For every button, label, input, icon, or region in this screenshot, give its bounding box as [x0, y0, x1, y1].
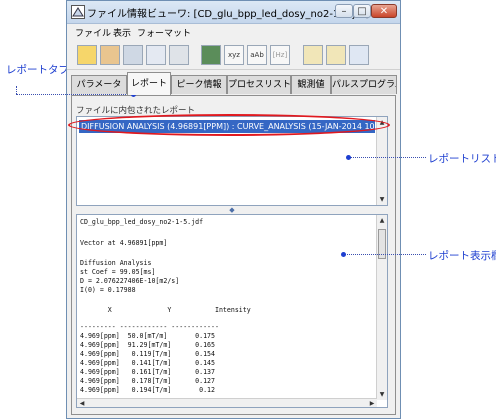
menu-view[interactable]: 表示 — [113, 26, 131, 39]
window-title: ファイル情報ビューワ: [CD_glu_bpp_led_dosy_no2-1-7… — [87, 9, 369, 20]
open-folder-icon[interactable] — [77, 45, 97, 65]
report-table-row: 4.969[ppm] 91.29[mT/m] 0.165 — [80, 341, 215, 349]
annotation-report-tab: レポートタブ — [6, 64, 69, 76]
callout-line-report-display — [345, 254, 426, 255]
report-line: st Coef = 99.05[ms] — [80, 268, 156, 276]
report-line: Diffusion Analysis — [80, 259, 152, 267]
report-line: Vector at 4.96891[ppm] — [80, 239, 168, 247]
tab-process-list[interactable]: プロセスリスト — [227, 75, 291, 94]
menu-format[interactable]: フォーマット — [137, 26, 191, 39]
layout-icon[interactable] — [303, 45, 323, 65]
print-icon[interactable] — [169, 45, 189, 65]
tab-bar: パラメータ レポート ピーク情報 プロセスリスト 観測値 パルスプログラム — [67, 72, 400, 96]
tab-observed-values[interactable]: 観測値 — [291, 75, 331, 94]
menu-bar: ファイル 表示 フォーマット — [67, 24, 400, 40]
report-table-row: 4.969[ppm] 0.161[T/m] 0.137 — [80, 368, 215, 376]
list-icon[interactable] — [349, 45, 369, 65]
annotation-report-display: レポート表示欄 — [428, 250, 496, 262]
report-table-row: 4.969[ppm] 0.141[T/m] 0.145 — [80, 359, 215, 367]
tab-pulse-program[interactable]: パルスプログラム — [331, 75, 397, 94]
report-display: CD_glu_bpp_led_dosy_no2-1-5.jdf Vector a… — [76, 214, 388, 408]
splitter-handle[interactable]: ◆ — [76, 206, 388, 214]
tab-parameters[interactable]: パラメータ — [71, 75, 127, 94]
xyz-icon[interactable]: xyz — [224, 45, 244, 65]
scroll-up-arrow-icon[interactable]: ▲ — [378, 216, 386, 225]
report-table-row: 4.969[ppm] 0.119[T/m] 0.154 — [80, 350, 215, 358]
report-table-header: X Y Intensity — [80, 306, 251, 314]
scroll-left-arrow-icon[interactable]: ◀ — [78, 399, 86, 407]
image-icon[interactable] — [201, 45, 221, 65]
report-line: I(0) = 0.17988 — [80, 286, 136, 294]
annotation-report-list: レポートリスト — [428, 153, 496, 165]
report-table-row: 4.969[ppm] 0.194[T/m] 0.12 — [80, 386, 215, 394]
highlight-ellipse — [68, 114, 390, 136]
callout-line-report-tab-h — [16, 94, 134, 95]
report-horizontal-scrollbar[interactable]: ◀ ▶ — [77, 398, 377, 407]
app-icon — [71, 5, 85, 19]
report-vertical-scrollbar[interactable]: ▲ ▼ — [376, 215, 387, 400]
tab-peak-info[interactable]: ピーク情報 — [171, 75, 227, 94]
callout-line-report-tab — [16, 86, 17, 94]
report-table-separator: --------- ------------ ------------ — [80, 323, 219, 331]
close-button[interactable]: ✕ — [371, 4, 397, 18]
report-line: CD_glu_bpp_led_dosy_no2-1-5.jdf — [80, 218, 204, 226]
report-line: D = 2.076227406E-10[m2/s] — [80, 277, 180, 285]
scroll-down-arrow-icon[interactable]: ▼ — [378, 390, 386, 399]
callout-dot-report-display — [341, 252, 346, 257]
minimize-button[interactable]: – — [335, 4, 353, 18]
menu-file[interactable]: ファイル — [75, 26, 111, 39]
report-table-row: 4.969[ppm] 0.178[T/m] 0.127 — [80, 377, 215, 385]
report-table-row: 4.969[ppm] 50.0[mT/m] 0.175 — [80, 332, 215, 340]
scroll-down-arrow-icon[interactable]: ▼ — [378, 195, 386, 204]
toolbar: xyz aAb [Hz] — [67, 41, 400, 70]
edit-icon[interactable] — [146, 45, 166, 65]
abc-icon[interactable]: aAb — [247, 45, 267, 65]
callout-dot-report-list — [346, 155, 351, 160]
clipboard-icon[interactable] — [100, 45, 120, 65]
maximize-button[interactable]: □ — [353, 4, 371, 18]
hz-icon[interactable]: [Hz] — [270, 45, 290, 65]
calculator-icon[interactable] — [123, 45, 143, 65]
file-info-viewer-window: ファイル情報ビューワ: [CD_glu_bpp_led_dosy_no2-1-7… — [66, 0, 401, 419]
tab-report[interactable]: レポート — [127, 72, 171, 95]
grid-icon[interactable] — [326, 45, 346, 65]
scroll-right-arrow-icon[interactable]: ▶ — [368, 399, 376, 407]
title-bar: ファイル情報ビューワ: [CD_glu_bpp_led_dosy_no2-1-7… — [67, 1, 400, 24]
report-list-scrollbar[interactable]: ▲ ▼ — [376, 117, 387, 205]
callout-line-report-list — [350, 157, 426, 158]
